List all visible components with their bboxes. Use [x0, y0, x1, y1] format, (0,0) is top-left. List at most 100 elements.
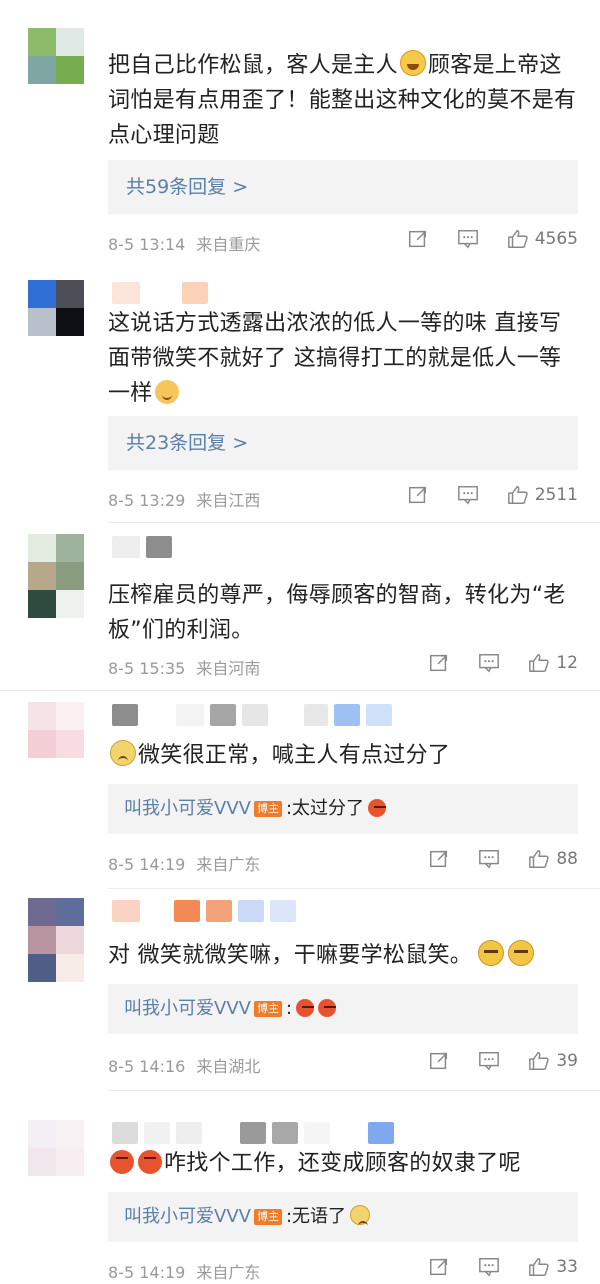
share-icon — [430, 654, 448, 672]
avatar[interactable] — [28, 898, 84, 954]
avatar[interactable] — [28, 702, 84, 758]
comment-time: 8-5 13:14 — [108, 235, 186, 254]
avatar[interactable] — [28, 28, 84, 84]
username-blurred[interactable] — [112, 536, 172, 558]
share-icon — [408, 486, 426, 504]
view-replies-link[interactable]: 共23条回复 > — [108, 416, 578, 470]
reply-text: :太过分了 — [285, 798, 365, 819]
reply-author[interactable]: 叫我小可爱VVV — [124, 998, 251, 1019]
replies-box[interactable]: 共59条回复 > — [108, 160, 578, 214]
side-eye-emoji-icon — [508, 940, 535, 966]
view-replies-link[interactable]: 共59条回复 > — [108, 160, 578, 214]
comment-location: 来自江西 — [196, 491, 261, 510]
like-button[interactable]: 2511 — [507, 484, 578, 506]
like-count: 39 — [556, 1051, 578, 1071]
divider — [0, 690, 600, 691]
comment-time: 8-5 14:19 — [108, 1263, 186, 1282]
like-count: 2511 — [534, 485, 578, 505]
comment-location: 来自河南 — [196, 659, 261, 678]
reply-preview[interactable]: 叫我小可爱VVV 博主: — [108, 984, 578, 1034]
avatar[interactable] — [28, 1120, 84, 1176]
side-eye-emoji-icon — [478, 940, 505, 966]
comment-meta: 8-5 14:19 来自广东 — [108, 1259, 260, 1283]
comment-button[interactable] — [478, 652, 500, 674]
comment-item: 对 微笑就微笑嘛，干嘛要学松鼠笑。 叫我小可爱VVV 博主: 8-5 14:16 … — [0, 890, 600, 1090]
username-blurred[interactable] — [112, 282, 208, 304]
avatar[interactable] — [28, 280, 84, 336]
author-badge: 博主 — [253, 801, 282, 817]
like-count: 33 — [556, 1257, 578, 1277]
comment-text: 把自己比作松鼠，客人是主人 顾客是上帝这词怕是有点用歪了！能整出这种文化的莫不是有… — [108, 48, 578, 153]
angry-emoji-icon — [110, 1150, 134, 1174]
comment-button[interactable] — [457, 484, 479, 506]
comment-button[interactable] — [478, 1050, 500, 1072]
comment-meta: 8-5 15:35 来自河南 — [108, 655, 260, 679]
share-button[interactable] — [428, 848, 450, 870]
comment-item: 把自己比作松鼠，客人是主人 顾客是上帝这词怕是有点用歪了！能整出这种文化的莫不是有… — [0, 0, 600, 262]
divider — [108, 522, 600, 523]
share-icon — [430, 1258, 448, 1276]
thumbs-up-icon — [529, 654, 549, 672]
share-button[interactable] — [407, 484, 429, 506]
share-icon — [430, 1052, 448, 1070]
comment-icon — [479, 1052, 500, 1071]
comment-button[interactable] — [478, 1256, 500, 1278]
like-button[interactable]: 39 — [528, 1050, 578, 1072]
comment-icon — [479, 1258, 500, 1277]
username-blurred[interactable] — [112, 1122, 394, 1144]
like-button[interactable]: 88 — [528, 848, 578, 870]
share-button[interactable] — [428, 1050, 450, 1072]
avatar-lower — [28, 954, 84, 982]
comment-time: 8-5 14:19 — [108, 855, 186, 874]
like-count: 12 — [556, 653, 578, 673]
reply-text: : — [285, 998, 293, 1019]
comment-button[interactable] — [478, 848, 500, 870]
divider — [108, 888, 600, 889]
sweat-emoji-icon — [110, 740, 136, 766]
comment-text: 咋找个工作，还变成顾客的奴隶了呢 — [108, 1146, 578, 1181]
comment-text: 压榨雇员的尊严，侮辱顾客的智商，转化为“老板”们的利润。 — [108, 583, 566, 643]
comment-time: 8-5 15:35 — [108, 659, 186, 678]
reply-preview[interactable]: 叫我小可爱VVV 博主:太过分了 — [108, 784, 578, 834]
reply-text: :无语了 — [285, 1206, 347, 1227]
angry-emoji-icon — [138, 1150, 162, 1174]
avatar[interactable] — [28, 534, 84, 590]
comment-text: 对 微笑就微笑嘛，干嘛要学松鼠笑。 — [108, 938, 578, 973]
thumbs-up-icon — [529, 1052, 549, 1070]
comment-text: 微笑很正常，喊主人有点过分了 — [108, 738, 578, 773]
share-icon — [408, 230, 426, 248]
share-button[interactable] — [428, 1256, 450, 1278]
reply-author[interactable]: 叫我小可爱VVV — [124, 1206, 251, 1227]
author-badge: 博主 — [253, 1209, 282, 1225]
thumbs-up-icon — [507, 230, 528, 248]
laughing-crying-emoji-icon — [399, 50, 426, 76]
like-count: 88 — [556, 849, 578, 869]
like-button[interactable]: 33 — [528, 1256, 578, 1278]
username-blurred[interactable] — [112, 704, 392, 726]
share-icon — [430, 850, 448, 868]
share-button[interactable] — [407, 228, 429, 250]
replies-box[interactable]: 共23条回复 > — [108, 416, 578, 470]
comment-meta: 8-5 13:14 来自重庆 — [108, 231, 260, 255]
comment-icon — [457, 230, 478, 249]
username-blurred[interactable] — [112, 900, 296, 922]
smiling-emoji-icon — [154, 380, 179, 404]
comment-location: 来自湖北 — [196, 1057, 261, 1076]
comment-meta: 8-5 14:19 来自广东 — [108, 851, 260, 875]
comment-button[interactable] — [457, 228, 479, 250]
thumbs-up-icon — [507, 486, 528, 504]
angry-emoji-icon — [318, 999, 337, 1017]
reply-author[interactable]: 叫我小可爱VVV — [124, 798, 251, 819]
like-button[interactable]: 4565 — [507, 228, 578, 250]
comment-text: 这说话方式透露出浓浓的低人一等的味 直接写面带微笑不就好了 这搞得打工的就是低人… — [108, 311, 562, 406]
comment-time: 8-5 14:16 — [108, 1057, 186, 1076]
crying-emoji-icon — [350, 1205, 371, 1225]
angry-emoji-icon — [296, 999, 315, 1017]
comment-item: 这说话方式透露出浓浓的低人一等的味 直接写面带微笑不就好了 这搞得打工的就是低人… — [0, 262, 600, 524]
like-button[interactable]: 12 — [528, 652, 578, 674]
share-button[interactable] — [428, 652, 450, 674]
divider — [108, 1090, 600, 1091]
reply-preview[interactable]: 叫我小可爱VVV 博主:无语了 — [108, 1192, 578, 1242]
like-count: 4565 — [534, 229, 578, 249]
comment-meta: 8-5 14:16 来自湖北 — [108, 1053, 260, 1077]
